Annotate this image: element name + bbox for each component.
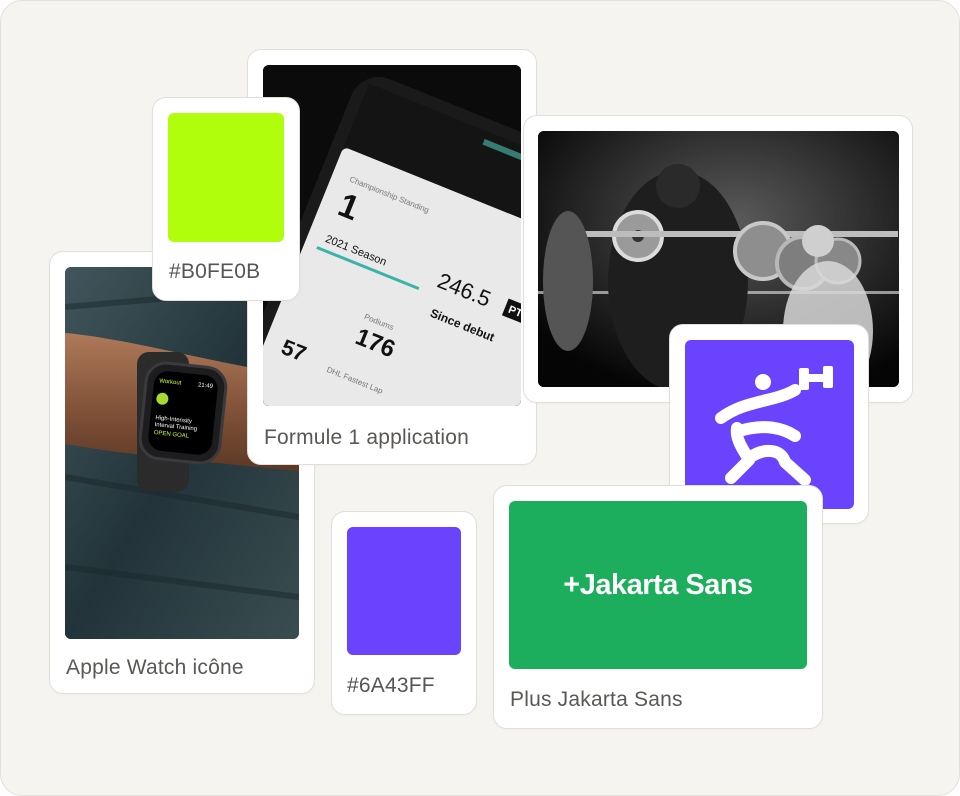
formule-1-phone-photo: Championship Standing 1 2021 Season 246.… xyxy=(263,65,521,406)
font-specimen-card[interactable]: +Jakarta Sans Plus Jakarta Sans xyxy=(493,485,823,729)
purple-color-swatch-card[interactable]: #6A43FF xyxy=(331,511,477,715)
font-name-caption: Plus Jakarta Sans xyxy=(510,688,683,711)
apple-watch-caption: Apple Watch icône xyxy=(66,656,244,679)
font-preview-text: +Jakarta Sans xyxy=(563,568,753,601)
weightlifting-figure-icon xyxy=(715,366,833,486)
purple-icon-tile xyxy=(685,340,854,509)
lime-hex-label: #B0FE0B xyxy=(169,260,261,283)
font-preview-tile: +Jakarta Sans xyxy=(509,501,807,669)
purple-hex-label: #6A43FF xyxy=(347,674,435,697)
moodboard-canvas: Workout 21:49 High-Intensity Interval Tr… xyxy=(0,0,960,796)
formule-1-caption: Formule 1 application xyxy=(264,426,469,449)
lime-color-swatch xyxy=(168,113,284,242)
purple-color-swatch xyxy=(347,527,461,655)
lime-color-swatch-card[interactable]: #B0FE0B xyxy=(152,97,300,301)
